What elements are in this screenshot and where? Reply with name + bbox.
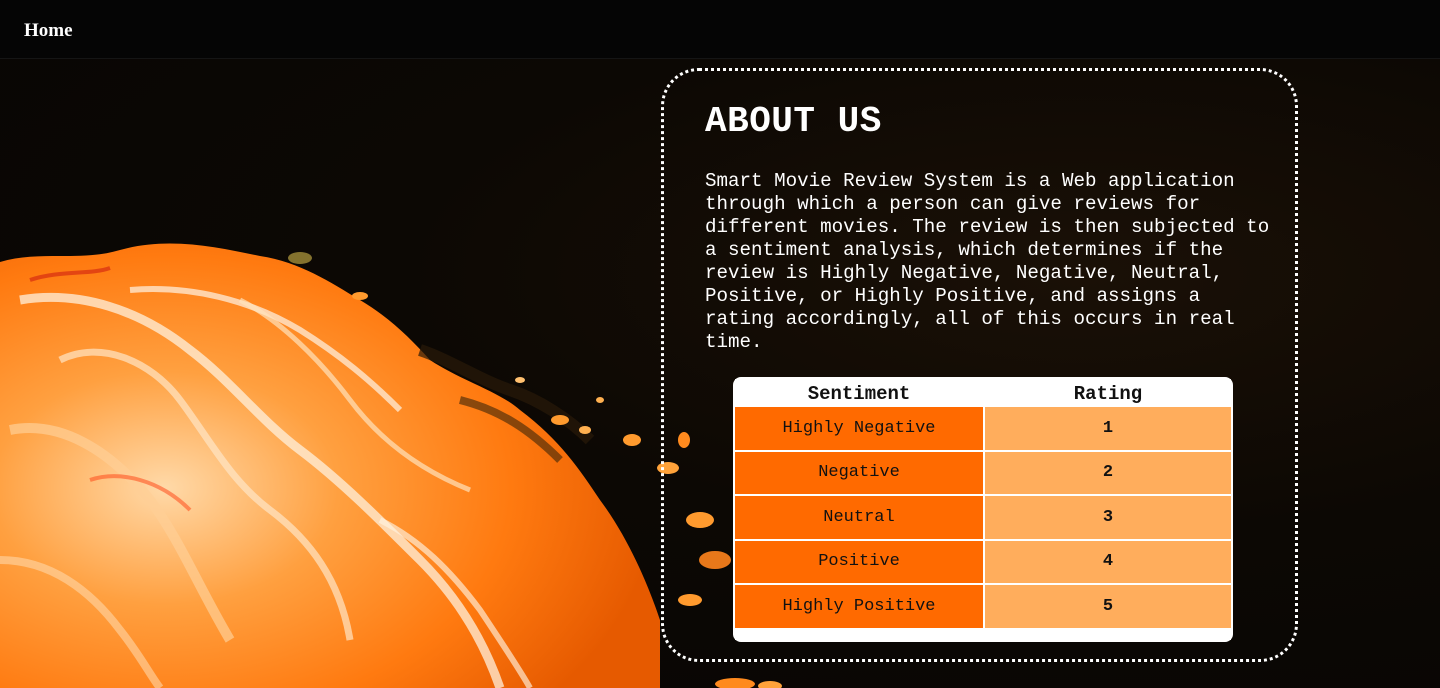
about-us-description: Smart Movie Review System is a Web appli… [705, 170, 1270, 353]
sentiment-cell: Highly Positive [735, 585, 983, 628]
rating-cell: 4 [985, 540, 1231, 584]
sentiment-cell: Positive [735, 540, 983, 584]
table-footer-cell [735, 629, 1231, 640]
table-row: Negative 2 [735, 451, 1231, 495]
table-row: Highly Negative 1 [735, 407, 1231, 450]
table-row: Neutral 3 [735, 496, 1231, 539]
rating-cell: 2 [985, 451, 1231, 495]
about-us-title: ABOUT US [705, 101, 882, 142]
table-row: Positive 4 [735, 540, 1231, 584]
sentiment-rating-table: Sentiment Rating Highly Negative 1 Negat… [733, 377, 1233, 642]
column-header-rating: Rating [985, 379, 1231, 405]
rating-cell: 3 [985, 496, 1231, 539]
table-footer-spacer [735, 629, 1231, 640]
table-row: Highly Positive 5 [735, 585, 1231, 628]
sentiment-cell: Highly Negative [735, 407, 983, 450]
page: Home ABOUT US Smart Movie Review System … [0, 0, 1440, 688]
rating-cell: 5 [985, 585, 1231, 628]
rating-cell: 1 [985, 407, 1231, 450]
column-header-sentiment: Sentiment [735, 379, 983, 405]
sentiment-cell: Neutral [735, 496, 983, 539]
top-navbar: Home [0, 0, 1440, 59]
table-header-row: Sentiment Rating [735, 379, 1231, 405]
sentiment-cell: Negative [735, 451, 983, 495]
nav-home-link[interactable]: Home [24, 20, 73, 42]
